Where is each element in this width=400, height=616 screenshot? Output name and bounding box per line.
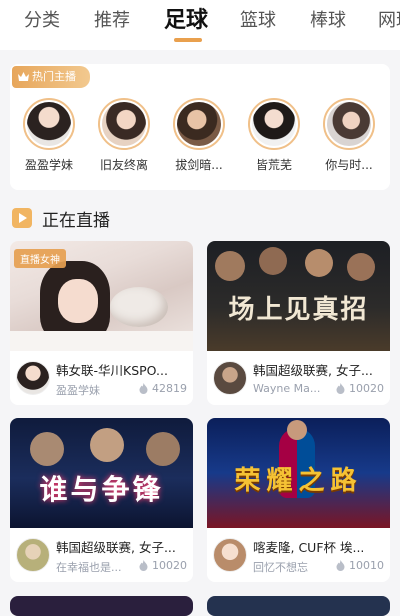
tab-tennis[interactable]: 网球 xyxy=(378,8,400,34)
host-avatar xyxy=(213,361,247,395)
thumbnail-player xyxy=(347,253,375,281)
stream-thumbnail: 直播女神 xyxy=(10,241,193,351)
avatar xyxy=(252,102,296,146)
heat-icon xyxy=(139,383,148,394)
anchor-item[interactable]: 皆荒芜 xyxy=(239,98,309,173)
avatar xyxy=(327,102,371,146)
host-name: 盈盈学妹 xyxy=(56,384,100,397)
thumbnail-player xyxy=(146,432,180,466)
host-name: 在幸福也是... xyxy=(56,561,122,574)
tab-recommend[interactable]: 推荐 xyxy=(94,8,130,34)
tab-football[interactable]: 足球 xyxy=(164,6,208,36)
live-stream-card[interactable]: 直播女神 韩女联-华川KSPO... 盈盈学妹 42819 xyxy=(10,241,193,405)
avatar xyxy=(27,102,71,146)
tab-category[interactable]: 分类 xyxy=(24,8,60,34)
stream-title: 喀麦隆, CUF杯 埃... xyxy=(253,540,365,555)
stream-thumbnail: 谁与争锋 xyxy=(10,418,193,528)
thumbnail-player xyxy=(215,251,245,281)
live-stream-card[interactable]: 场上见真招 韩国超级联赛, 女子... Wayne Ma... 10020 xyxy=(207,241,390,405)
anchor-name: 旧友终离 xyxy=(99,158,148,172)
anchor-name: 盈盈学妹 xyxy=(24,158,73,172)
live-stream-card[interactable] xyxy=(10,596,193,616)
anchor-name: 皆荒芜 xyxy=(255,158,292,172)
thumbnail-player xyxy=(30,432,64,466)
live-stream-card[interactable]: 谁与争锋 韩国超级联赛, 女子... 在幸福也是... 10020 xyxy=(10,418,193,582)
avatar xyxy=(177,102,221,146)
tab-baseball[interactable]: 棒球 xyxy=(310,8,346,34)
category-tab-bar: 分类 推荐 足球 篮球 棒球 网球 xyxy=(0,0,400,50)
hot-anchors-badge-label: 热门主播 xyxy=(32,70,76,83)
crown-icon xyxy=(18,72,29,81)
view-count-value: 10020 xyxy=(349,382,384,395)
heat-icon xyxy=(336,383,345,394)
host-name: 回忆不想忘 xyxy=(253,561,308,574)
tab-basketball[interactable]: 篮球 xyxy=(240,8,276,34)
view-count: 10020 xyxy=(139,559,187,572)
heat-icon xyxy=(139,560,148,571)
host-name: Wayne Ma... xyxy=(253,382,321,395)
thumbnail-player xyxy=(305,249,333,277)
view-count: 10010 xyxy=(336,559,384,572)
thumbnail-player xyxy=(90,428,124,462)
host-avatar xyxy=(213,538,247,572)
view-count-value: 10020 xyxy=(152,559,187,572)
active-tab-indicator xyxy=(174,38,202,42)
thumbnail-face xyxy=(58,279,98,323)
hot-anchors-card: 热门主播 盈盈学妹 旧友终离 拔剑暗... 皆荒芜 你与时... xyxy=(10,64,390,190)
anchor-name: 你与时... xyxy=(325,158,373,172)
view-count: 42819 xyxy=(139,382,187,395)
stream-title: 韩国超级联赛, 女子... xyxy=(253,363,373,378)
anchor-item[interactable]: 拔剑暗... xyxy=(164,98,234,173)
heat-icon xyxy=(336,560,345,571)
view-count-value: 10010 xyxy=(349,559,384,572)
live-stream-card[interactable] xyxy=(207,596,390,616)
anchor-item[interactable]: 旧友终离 xyxy=(89,98,159,173)
thumbnail-slogan: 荣耀之路 xyxy=(234,466,363,496)
live-tag: 直播女神 xyxy=(14,249,66,268)
live-stream-card[interactable]: 荣耀之路 喀麦隆, CUF杯 埃... 回忆不想忘 10010 xyxy=(207,418,390,582)
view-count-value: 42819 xyxy=(152,382,187,395)
thumbnail-cat xyxy=(110,287,168,327)
stream-thumbnail: 荣耀之路 xyxy=(207,418,390,528)
view-count: 10020 xyxy=(336,382,384,395)
anchor-item[interactable]: 盈盈学妹 xyxy=(14,98,84,173)
thumbnail-player-head xyxy=(287,420,307,440)
thumbnail-slogan: 场上见真招 xyxy=(228,295,369,325)
stream-thumbnail: 场上见真招 xyxy=(207,241,390,351)
thumbnail-slogan: 谁与争锋 xyxy=(39,473,164,506)
stream-title: 韩女联-华川KSPO... xyxy=(56,363,168,378)
avatar xyxy=(102,102,146,146)
thumbnail-bedding xyxy=(10,331,193,351)
anchor-item[interactable]: 你与时... xyxy=(314,98,384,173)
stream-title: 韩国超级联赛, 女子... xyxy=(56,540,176,555)
anchor-name: 拔剑暗... xyxy=(175,158,223,172)
host-avatar xyxy=(16,538,50,572)
live-section-title: 正在直播 xyxy=(42,210,110,231)
play-icon xyxy=(12,208,32,228)
live-section-header: 正在直播 xyxy=(12,206,110,231)
thumbnail-player xyxy=(259,247,287,275)
host-avatar xyxy=(16,361,50,395)
hot-anchors-badge: 热门主播 xyxy=(12,66,90,88)
